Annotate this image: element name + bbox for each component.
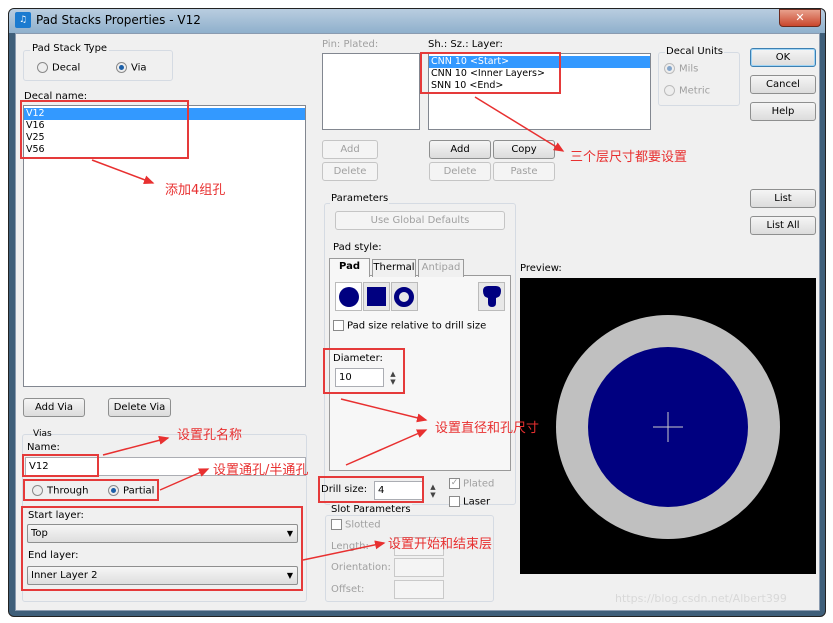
arrow-icon [474,96,565,152]
arrow-icon [302,540,386,561]
arrow-icon [102,435,170,456]
annotation-hole-name: 设置孔名称 [177,428,243,443]
arrow-icon [91,159,155,185]
annotation-start-end: 设置开始和结束层 [388,537,493,552]
arrow-icon [159,468,210,491]
annotation-diameter-hole: 设置直径和孔尺寸 [435,421,540,436]
arrow-icon [345,429,428,466]
annotation-through-partial: 设置通孔/半通孔 [213,463,309,478]
annotation-three-layers: 三个层尺寸都要设置 [570,150,688,165]
annotation-arrows [91,96,565,561]
arrow-icon [340,398,428,423]
annotation-add-four: 添加4组孔 [165,183,226,198]
